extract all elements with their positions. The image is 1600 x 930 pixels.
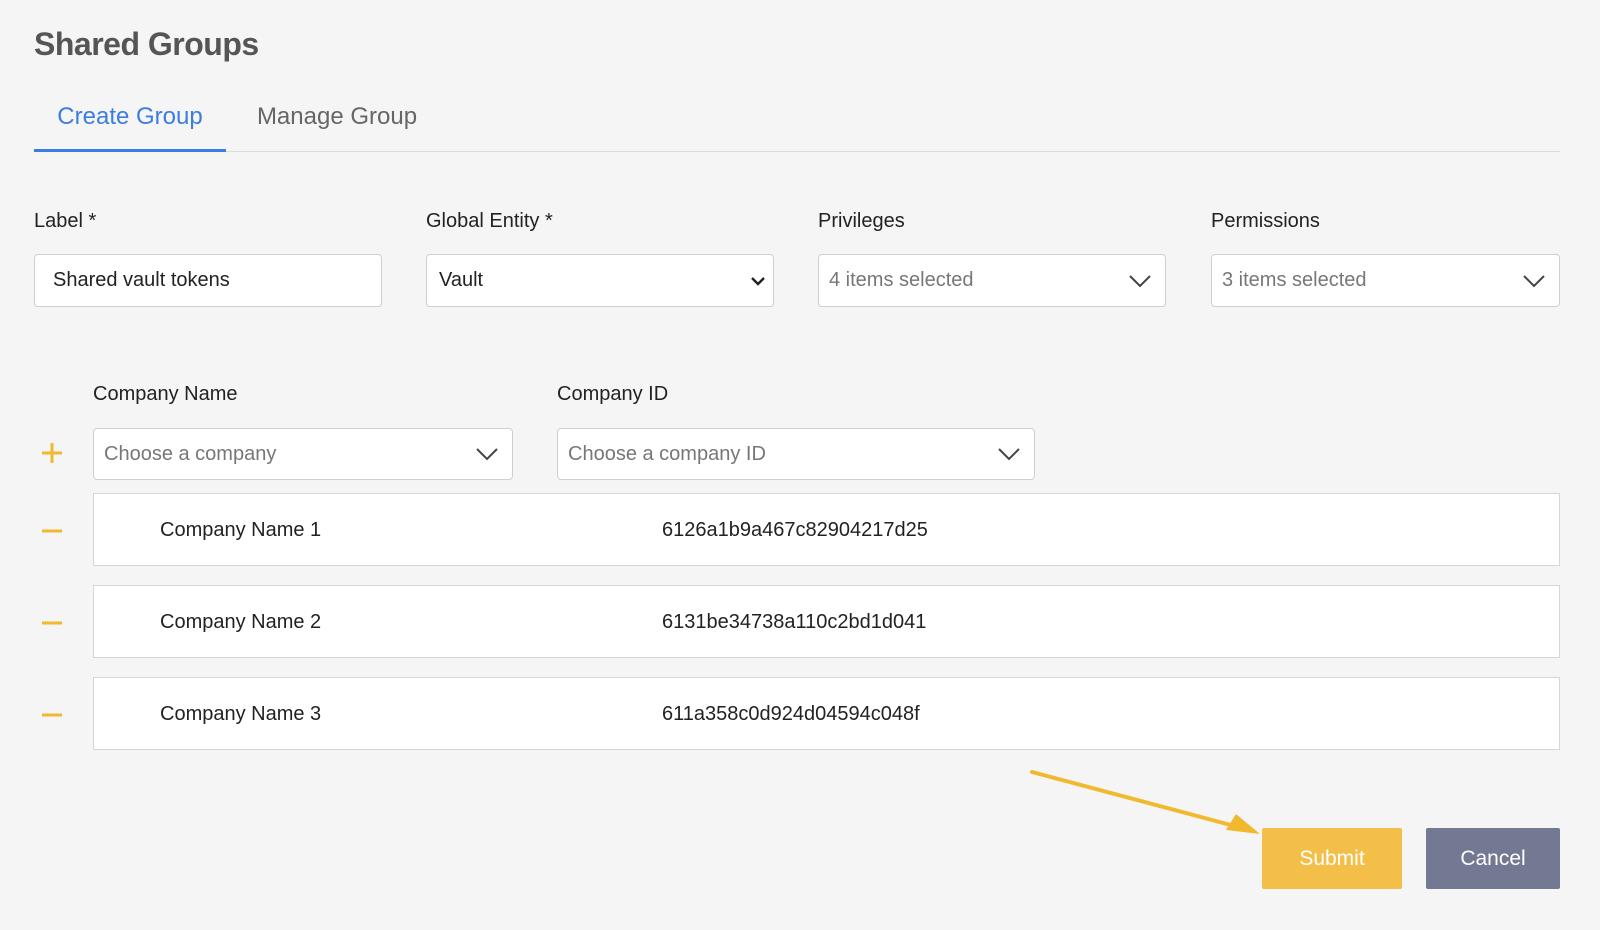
global-entity-value: Vault: [439, 269, 484, 291]
company-row: Company Name 3 611a358c0d924d04594c048f: [93, 677, 1560, 750]
company-name-select[interactable]: Choose a company: [93, 428, 513, 480]
chevron-down-icon: [1129, 274, 1151, 287]
label-input[interactable]: Shared vault tokens: [34, 254, 382, 307]
chevron-down-icon: [998, 448, 1020, 461]
add-icon[interactable]: [40, 441, 64, 465]
page-title: Shared Groups: [34, 26, 259, 62]
remove-icon[interactable]: [40, 519, 64, 543]
company-row-name: Company Name 2: [160, 611, 322, 633]
annotation-arrow-icon: [1030, 770, 1260, 834]
company-row: Company Name 1 6126a1b9a467c82904217d25: [93, 493, 1560, 566]
company-row-name: Company Name 1: [160, 519, 322, 541]
company-id-label: Company ID: [557, 383, 669, 405]
company-row: Company Name 2 6131be34738a110c2bd1d041: [93, 585, 1560, 658]
privileges-select[interactable]: 4 items selected: [818, 254, 1166, 307]
chevron-down-icon: [476, 448, 498, 461]
company-row-name: Company Name 3: [160, 703, 322, 725]
company-name-placeholder: Choose a company: [104, 442, 277, 465]
remove-icon[interactable]: [40, 703, 64, 727]
privileges-label: Privileges: [818, 210, 905, 232]
chevron-down-icon: [751, 276, 765, 286]
submit-button[interactable]: Submit: [1262, 828, 1402, 889]
tab-manage-group[interactable]: Manage Group: [242, 92, 432, 152]
permissions-select[interactable]: 3 items selected: [1211, 254, 1560, 307]
permissions-label: Permissions: [1211, 210, 1320, 232]
label-input-value: Shared vault tokens: [53, 269, 230, 291]
company-row-id: 611a358c0d924d04594c048f: [662, 703, 920, 725]
privileges-value: 4 items selected: [829, 269, 974, 291]
company-name-label: Company Name: [93, 383, 238, 405]
company-row-id: 6131be34738a110c2bd1d041: [662, 611, 927, 633]
company-id-placeholder: Choose a company ID: [568, 442, 766, 465]
chevron-down-icon: [1523, 274, 1545, 287]
global-entity-label: Global Entity *: [426, 210, 553, 232]
permissions-value: 3 items selected: [1222, 269, 1367, 291]
label-field-label: Label *: [34, 210, 97, 232]
company-id-select[interactable]: Choose a company ID: [557, 428, 1035, 480]
tab-bar: Create Group Manage Group: [34, 92, 1560, 152]
cancel-button[interactable]: Cancel: [1426, 828, 1560, 889]
company-row-id: 6126a1b9a467c82904217d25: [662, 519, 928, 541]
global-entity-select[interactable]: Vault: [426, 254, 774, 307]
tab-create-group[interactable]: Create Group: [34, 92, 226, 152]
remove-icon[interactable]: [40, 611, 64, 635]
